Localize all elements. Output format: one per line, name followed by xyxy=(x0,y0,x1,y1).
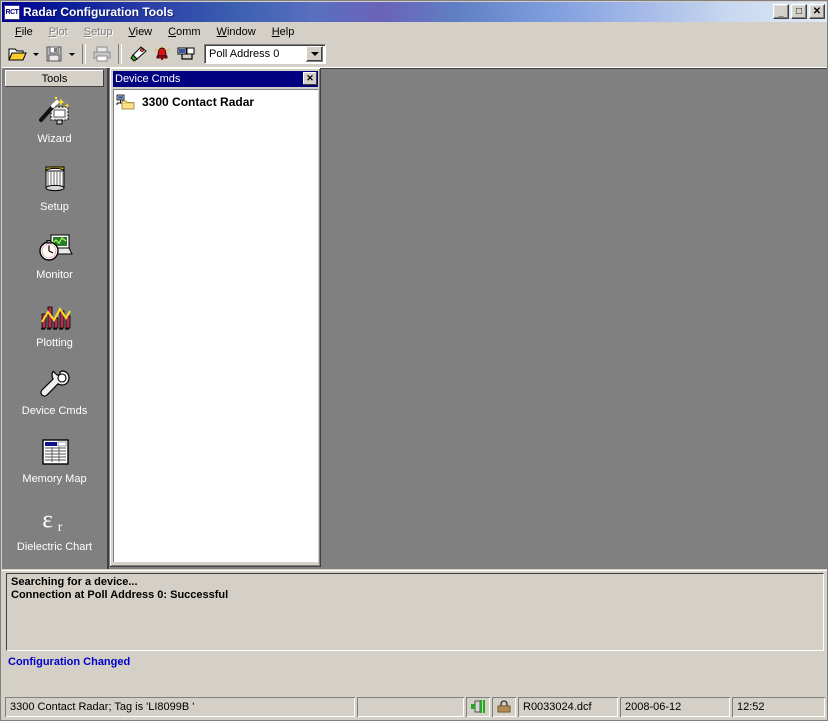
print-button[interactable] xyxy=(90,43,114,66)
menu-item-setup: Setup xyxy=(83,25,113,38)
tree-item-label: 3300 Contact Radar xyxy=(142,95,255,109)
device-cmds-title-bar[interactable]: Device Cmds ✕ xyxy=(113,71,318,87)
close-button[interactable]: ✕ xyxy=(809,4,825,19)
chevron-down-icon xyxy=(310,52,319,56)
poll-address-combo[interactable]: Poll Address 0 xyxy=(204,44,326,64)
sidebar-item-plotting[interactable]: Plotting xyxy=(2,297,107,359)
menu-bar: File Plot Setup View Comm Window Help xyxy=(2,22,827,41)
alarm-bell-icon xyxy=(154,46,170,60)
window-title: Radar Configuration Tools xyxy=(23,5,174,19)
status-device-info: 3300 Contact Radar; Tag is 'LI8099B ' xyxy=(5,697,355,717)
printer-icon xyxy=(93,46,111,62)
menu-item-file[interactable]: File xyxy=(7,24,41,40)
bar-chart-icon xyxy=(35,297,75,335)
device-node-folder-icon xyxy=(116,94,136,110)
status-spacer xyxy=(357,697,464,717)
sidebar-item-device-cmds[interactable]: Device Cmds xyxy=(2,365,107,427)
save-file-dropdown[interactable] xyxy=(66,43,78,66)
save-disk-icon xyxy=(46,46,62,62)
window-controls: _ □ ✕ xyxy=(773,4,825,19)
scan-device-button[interactable] xyxy=(126,43,150,66)
padlock-icon xyxy=(497,700,511,713)
status-date: 2008-06-12 xyxy=(620,697,730,717)
sidebar-item-label: Plotting xyxy=(36,337,73,349)
sidebar-item-label: Dielectric Chart xyxy=(16,541,93,553)
open-folder-icon xyxy=(8,48,27,61)
open-file-dropdown[interactable] xyxy=(30,43,42,66)
scan-device-icon xyxy=(130,46,147,62)
status-time: 12:52 xyxy=(732,697,825,717)
maximize-icon: □ xyxy=(795,6,803,17)
menu-item-help[interactable]: Help xyxy=(264,24,303,40)
sidebar-item-memory-map[interactable]: Memory Map xyxy=(2,433,107,495)
app-icon: RCT xyxy=(4,4,20,20)
log-panel: Searching for a device... Connection at … xyxy=(2,570,827,678)
menu-item-plot: Plot xyxy=(48,25,68,38)
device-cmds-window: Device Cmds ✕ 3300 Contact Radar xyxy=(110,68,321,567)
application-window: RCT Radar Configuration Tools _ □ ✕ File… xyxy=(0,0,828,721)
toolbar-separator-1 xyxy=(82,44,86,64)
svg-text:r: r xyxy=(57,519,62,534)
alarm-button[interactable] xyxy=(150,43,174,66)
device-cmds-close-button[interactable]: ✕ xyxy=(303,72,317,85)
log-line: Searching for a device... xyxy=(11,576,138,588)
sidebar-item-wizard[interactable]: Wizard xyxy=(2,93,107,155)
menu-item-comm[interactable]: Comm xyxy=(160,24,208,40)
network-connect-icon xyxy=(177,47,195,60)
sidebar-item-label: Device Cmds xyxy=(21,405,88,417)
status-lock-indicator xyxy=(492,697,516,717)
status-filename: R0033024.dcf xyxy=(518,697,618,717)
status-bar: 3300 Contact Radar; Tag is 'LI8099B ' R0… xyxy=(2,693,827,720)
sidebar-item-dielectric-chart[interactable]: ε r Dielectric Chart xyxy=(2,501,107,563)
tools-list: Wizard Setup Monitor Plotting Device Cmd… xyxy=(2,87,107,563)
device-cmds-title: Device Cmds xyxy=(115,73,181,85)
tree-item-device[interactable]: 3300 Contact Radar xyxy=(116,93,315,111)
menu-item-window[interactable]: Window xyxy=(209,24,264,40)
menu-item-view[interactable]: View xyxy=(120,24,160,40)
wrench-icon xyxy=(35,365,75,403)
sidebar-item-setup[interactable]: Setup xyxy=(2,161,107,223)
green-plug-connected-icon xyxy=(471,700,485,713)
stopwatch-monitor-icon xyxy=(35,229,75,267)
poll-address-dropdown-button[interactable] xyxy=(306,46,323,62)
maximize-button[interactable]: □ xyxy=(791,4,807,19)
close-icon: ✕ xyxy=(812,6,822,17)
device-tree: 3300 Contact Radar xyxy=(113,89,318,562)
sidebar-item-label: Monitor xyxy=(36,269,73,281)
sidebar-item-label: Memory Map xyxy=(22,473,87,485)
sidebar-item-monitor[interactable]: Monitor xyxy=(2,229,107,291)
status-connection-indicator xyxy=(466,697,490,717)
tools-sidebar: Tools Wizard Setup Monitor Plotting Devi… xyxy=(2,68,108,569)
chevron-down-icon xyxy=(69,52,75,56)
sidebar-item-label: Wizard xyxy=(37,133,72,145)
epsilon-r-icon: ε r xyxy=(35,501,75,539)
network-connect-button[interactable] xyxy=(174,43,198,66)
configuration-status: Configuration Changed xyxy=(8,656,131,668)
chevron-down-icon xyxy=(33,52,39,56)
tank-cylinder-icon xyxy=(35,161,75,199)
table-grid-icon xyxy=(35,433,75,471)
tools-header[interactable]: Tools xyxy=(5,70,104,87)
log-line: Connection at Poll Address 0: Successful xyxy=(11,589,229,601)
save-file-button[interactable] xyxy=(42,43,66,66)
wizard-wand-icon xyxy=(35,93,75,131)
sidebar-item-label: Setup xyxy=(40,201,69,213)
mdi-client-area: Device Cmds ✕ 3300 Contact Radar xyxy=(108,68,827,569)
toolbar-separator-2 xyxy=(118,44,122,64)
poll-address-value: Poll Address 0 xyxy=(209,48,280,60)
minimize-button[interactable]: _ xyxy=(773,4,789,19)
open-file-button[interactable] xyxy=(6,43,30,66)
minimize-icon: _ xyxy=(778,8,784,18)
svg-text:ε: ε xyxy=(42,504,53,533)
toolbar: Poll Address 0 xyxy=(2,41,827,68)
log-output[interactable]: Searching for a device... Connection at … xyxy=(6,573,824,651)
title-bar: RCT Radar Configuration Tools _ □ ✕ xyxy=(2,2,827,22)
